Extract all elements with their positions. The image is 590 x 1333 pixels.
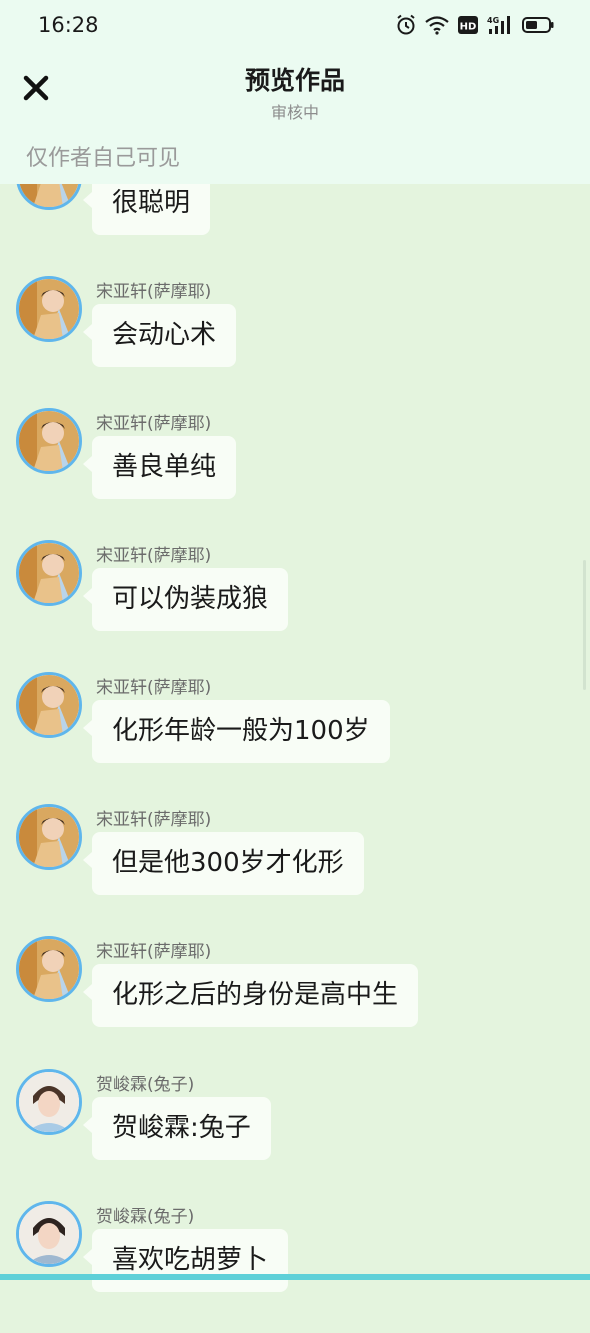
avatar[interactable] bbox=[16, 672, 82, 738]
message-bubble: 贺峻霖:兔子 bbox=[83, 1097, 271, 1160]
list-item: 宋亚轩(萨摩耶) 会动心术 bbox=[0, 276, 590, 408]
list-item: 宋亚轩(萨摩耶) 化形之后的身份是高中生 bbox=[0, 936, 590, 1068]
hd-label: HD bbox=[460, 22, 477, 33]
list-item: 宋亚轩(萨摩耶) 善良单纯 bbox=[0, 408, 590, 540]
message-bubble: 化形之后的身份是高中生 bbox=[82, 964, 419, 1027]
avatar[interactable] bbox=[16, 1069, 82, 1135]
signal-4g-icon: 4G bbox=[487, 15, 513, 35]
sender-name: 宋亚轩(萨摩耶) bbox=[96, 414, 212, 434]
alarm-icon bbox=[396, 14, 416, 36]
sender-name: 宋亚轩(萨摩耶) bbox=[96, 678, 212, 698]
list-item: 宋亚轩(萨摩耶) 但是他300岁才化形 bbox=[0, 804, 590, 936]
sender-name: 宋亚轩(萨摩耶) bbox=[96, 282, 212, 302]
network-label: 4G bbox=[487, 16, 499, 25]
message-bubble: 但是他300岁才化形 bbox=[83, 832, 364, 895]
nav-bar: 预览作品 审核中 bbox=[0, 52, 590, 128]
avatar[interactable] bbox=[16, 408, 82, 474]
page-title: 预览作品 bbox=[244, 66, 345, 95]
bottom-accent-bar bbox=[0, 1274, 590, 1280]
message-bubble: 喜欢吃胡萝卜 bbox=[82, 1229, 289, 1292]
header: 16:28 HD 4G 预览作品 审核中 仅作者自己可见 bbox=[0, 0, 590, 184]
review-status: 审核中 bbox=[270, 103, 319, 122]
wifi-icon bbox=[425, 15, 449, 35]
hd-icon: HD bbox=[458, 15, 478, 35]
sender-name: 宋亚轩(萨摩耶) bbox=[96, 810, 212, 830]
message-bubble: 化形年龄一般为100岁 bbox=[83, 700, 390, 763]
avatar[interactable] bbox=[16, 276, 82, 342]
message-bubble: 可以伪装成狼 bbox=[82, 568, 289, 631]
sender-name: 贺峻霖(兔子) bbox=[96, 1207, 195, 1227]
battery-icon bbox=[522, 16, 554, 34]
sender-name: 贺峻霖(兔子) bbox=[96, 1075, 195, 1095]
message-bubble: 善良单纯 bbox=[82, 436, 237, 499]
status-icons: HD 4G bbox=[396, 14, 554, 36]
avatar[interactable] bbox=[16, 804, 82, 870]
sender-name: 宋亚轩(萨摩耶) bbox=[96, 942, 212, 962]
list-item: 宋亚轩(萨摩耶) 化形年龄一般为100岁 bbox=[0, 672, 590, 804]
list-item: 宋亚轩(萨摩耶) 可以伪装成狼 bbox=[0, 540, 590, 672]
sender-name: 宋亚轩(萨摩耶) bbox=[96, 546, 212, 566]
list-item: 贺峻霖(兔子) 喜欢吃胡萝卜 bbox=[0, 1201, 590, 1333]
avatar[interactable] bbox=[16, 936, 82, 1002]
chat-list[interactable]: 很聪明 宋亚轩(萨摩耶) 会动心术 宋亚轩(萨摩耶) 善良单纯 宋亚轩(萨摩耶)… bbox=[0, 0, 590, 1292]
list-item: 贺峻霖(兔子) 贺峻霖:兔子 bbox=[0, 1069, 590, 1201]
visibility-note: 仅作者自己可见 bbox=[26, 146, 181, 171]
status-time: 16:28 bbox=[38, 13, 99, 37]
avatar[interactable] bbox=[16, 1201, 82, 1267]
scrollbar[interactable] bbox=[583, 560, 586, 690]
avatar[interactable] bbox=[16, 540, 82, 606]
status-bar: 16:28 HD 4G bbox=[0, 0, 590, 52]
message-bubble: 会动心术 bbox=[82, 304, 237, 367]
